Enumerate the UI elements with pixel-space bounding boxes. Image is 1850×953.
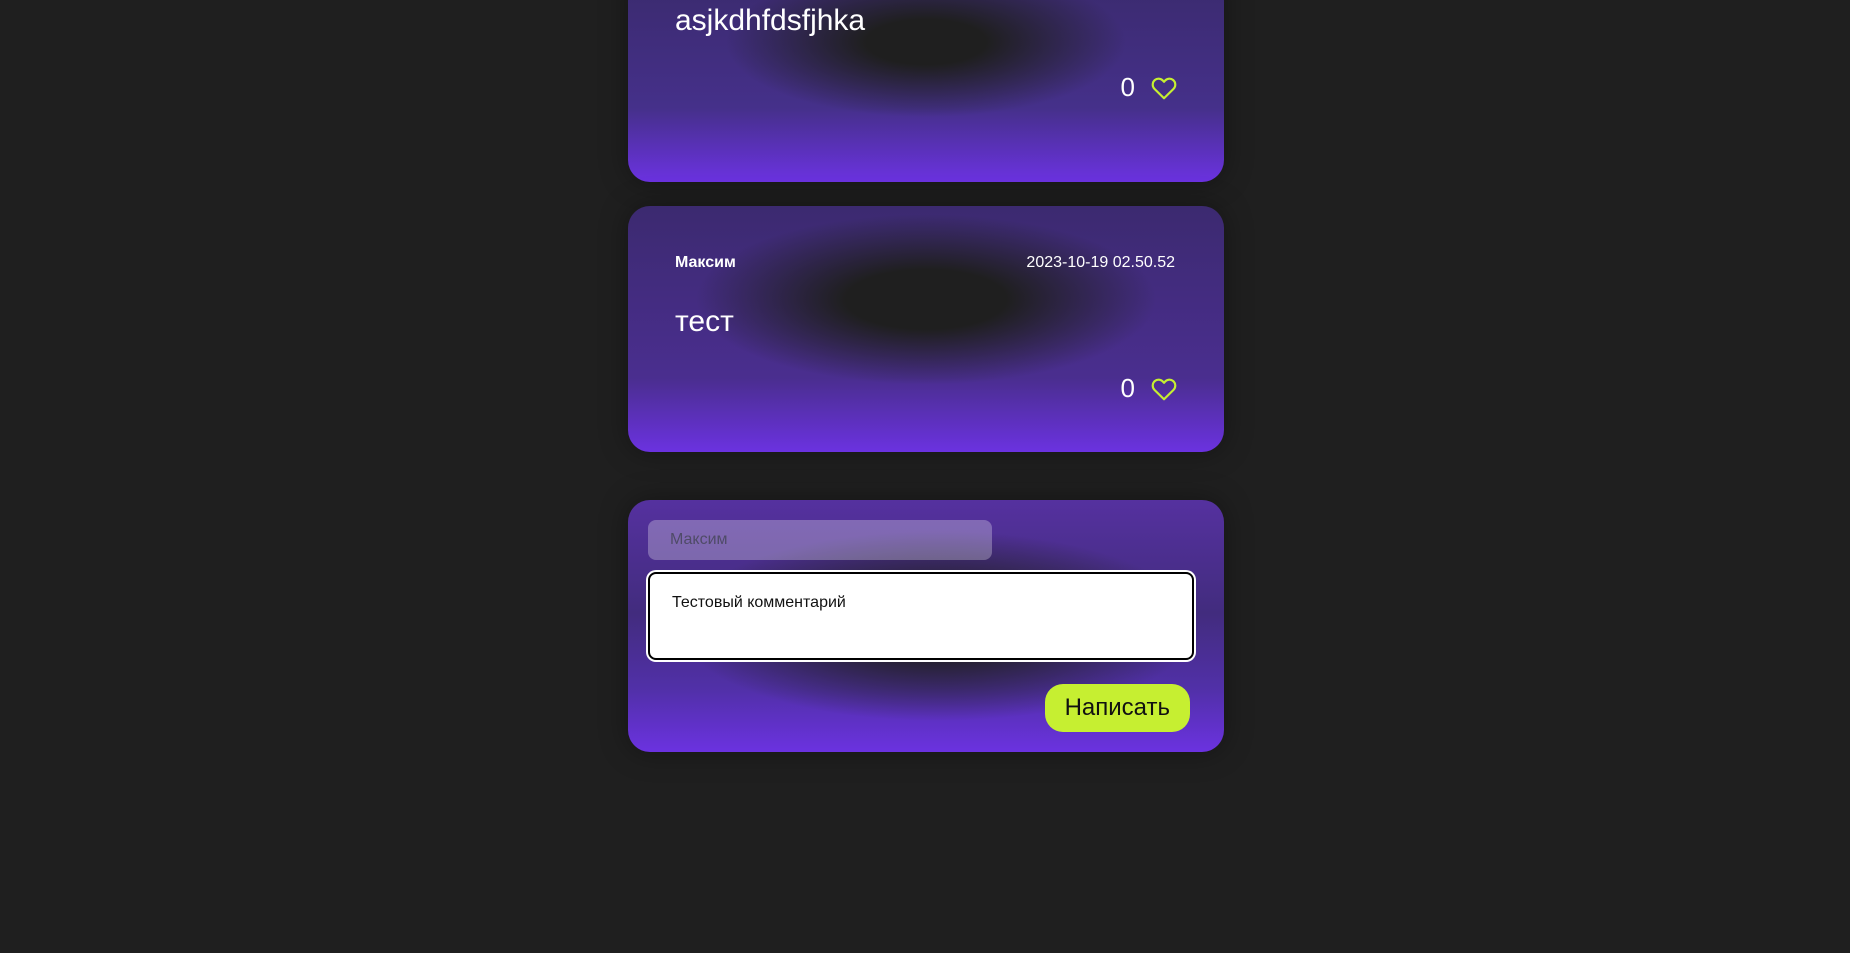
comment-form: Тестовый комментарий Написать [628, 500, 1224, 752]
submit-button[interactable]: Написать [1044, 684, 1190, 732]
comment-message: asjkdhfdsfjhka [675, 4, 866, 37]
comments-page: asjkdhfdsfjhka 0 Максим 2023-10-19 02.50… [0, 0, 1850, 953]
like-group: 0 [1121, 373, 1177, 404]
name-input[interactable] [648, 520, 992, 560]
heart-icon[interactable] [1151, 76, 1177, 100]
comment-date: 2023-10-19 02.50.52 [1026, 254, 1175, 271]
like-count: 0 [1120, 72, 1135, 102]
like-group: 0 [1121, 72, 1177, 103]
comment-card: Максим 2023-10-19 02.50.52 тест 0 [628, 206, 1224, 452]
heart-icon[interactable] [1151, 377, 1177, 401]
comment-card: asjkdhfdsfjhka 0 [628, 0, 1224, 182]
like-count: 0 [1120, 373, 1135, 403]
comment-message: тест [675, 305, 734, 338]
comment-author: Максим [675, 254, 736, 271]
comment-textarea[interactable]: Тестовый комментарий [648, 572, 1194, 660]
